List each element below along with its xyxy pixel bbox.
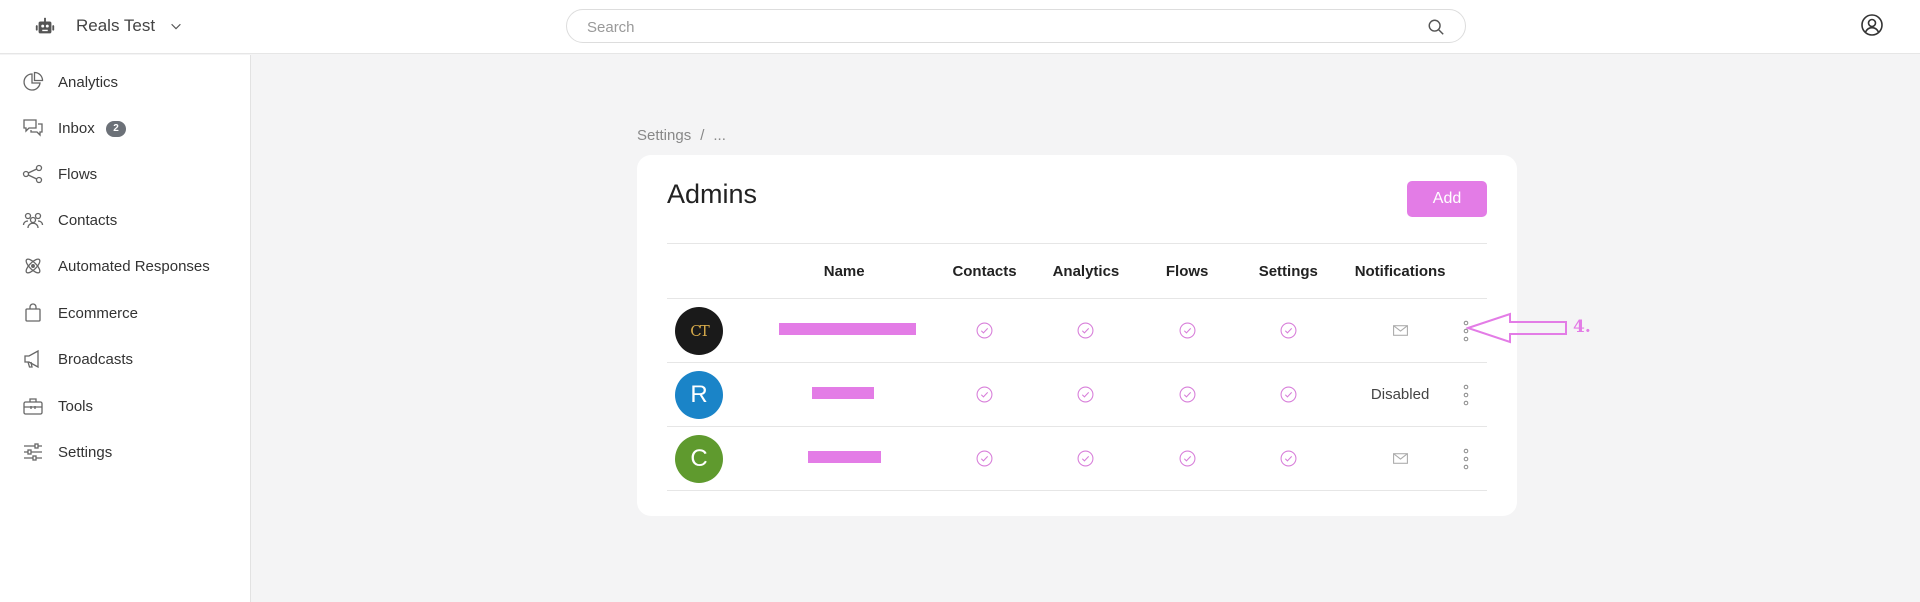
column-header-name: Name [738, 243, 950, 299]
atom-icon [25, 258, 41, 274]
check-circle-icon [1280, 322, 1297, 339]
mail-icon [1392, 325, 1408, 337]
check-circle-icon [1280, 386, 1297, 403]
flow-nodes-icon [22, 164, 43, 184]
annotation-label: 4. [1573, 317, 1591, 337]
check-circle-icon [1077, 386, 1094, 403]
sidebar-item-ecommerce[interactable]: Ecommerce [0, 295, 250, 331]
column-header-analytics: Analytics [1019, 243, 1153, 299]
breadcrumb-current: ... [713, 127, 726, 144]
sidebar-item-label: Ecommerce [58, 305, 139, 322]
check-circle-icon [1077, 450, 1094, 467]
avatar: CT [675, 306, 723, 355]
table-row: C [667, 426, 1487, 491]
column-header-settings: Settings [1221, 243, 1355, 299]
table-header-row: Name Contacts Analytics Flows Settings N… [667, 243, 1487, 299]
column-header-actions [1445, 243, 1487, 299]
sidebar-item-label: Automated Responses [58, 258, 210, 275]
sidebar-item-inbox[interactable]: Inbox 2 [0, 110, 250, 146]
avatar-initial: R [690, 380, 708, 408]
check-circle-icon [976, 386, 993, 403]
sidebar-item-contacts[interactable]: Contacts [0, 202, 250, 238]
search-icon[interactable] [1427, 18, 1445, 36]
admins-table: Name Contacts Analytics Flows Settings N… [667, 243, 1487, 491]
table-row: CT [667, 298, 1487, 363]
breadcrumb-settings-link[interactable]: Settings [637, 127, 691, 144]
sidebar-item-analytics[interactable]: Analytics [0, 64, 250, 100]
check-circle-icon [1179, 450, 1196, 467]
toolbox-icon [23, 398, 43, 415]
redacted-name [778, 323, 916, 335]
top-bar: Reals Test [0, 0, 1920, 54]
avatar-logo: CT [690, 321, 710, 340]
breadcrumb: Settings / ... [637, 127, 726, 144]
sidebar-item-label: Broadcasts [58, 351, 134, 368]
sidebar-item-label: Flows [58, 166, 98, 183]
check-circle-icon [976, 322, 993, 339]
redacted-name [812, 387, 875, 399]
sidebar-item-label: Tools [58, 398, 94, 415]
robot-icon[interactable] [34, 16, 56, 38]
redacted-name [807, 451, 881, 463]
workspace-name: Reals Test [76, 16, 156, 35]
page-title: Admins [667, 179, 758, 209]
column-header-flows: Flows [1152, 243, 1222, 299]
sidebar-item-label: Contacts [58, 212, 118, 229]
more-options-icon[interactable] [1463, 448, 1469, 470]
column-header-avatar [667, 243, 739, 299]
inbox-count-badge: 2 [106, 121, 126, 137]
avatar-initial: C [690, 444, 708, 472]
check-circle-icon [976, 450, 993, 467]
megaphone-icon [24, 349, 39, 369]
notifications-status: Disabled [1354, 362, 1446, 427]
sidebar-item-label: Inbox [58, 120, 95, 137]
search-input[interactable] [587, 16, 1407, 38]
sidebar-item-settings[interactable]: Settings [0, 434, 250, 470]
more-options-icon[interactable] [1463, 384, 1469, 406]
pie-chart-icon [23, 71, 44, 91]
admins-card: Admins Add Name Contacts Analytics Flows… [637, 155, 1517, 516]
check-circle-icon [1179, 386, 1196, 403]
sidebar-item-automated-responses[interactable]: Automated Responses [0, 248, 250, 284]
column-header-contacts: Contacts [949, 243, 1020, 299]
mail-icon [1392, 453, 1408, 465]
avatar: C [675, 434, 723, 483]
sidebar-item-flows[interactable]: Flows [0, 156, 250, 192]
avatar: R [675, 370, 723, 419]
sidebar-item-label: Analytics [58, 74, 119, 91]
chevron-down-icon [171, 23, 181, 30]
sidebar: Analytics Inbox 2 Flows Contacts Automat… [0, 55, 251, 602]
column-header-notifications: Notifications [1354, 243, 1446, 299]
people-icon [22, 212, 44, 229]
shopping-bag-icon [25, 303, 41, 322]
check-circle-icon [1280, 450, 1297, 467]
sidebar-item-label: Settings [58, 444, 113, 461]
user-account-icon[interactable] [1860, 13, 1884, 37]
add-admin-button[interactable]: Add [1407, 181, 1487, 217]
table-row: R Disabled [667, 362, 1487, 427]
chat-bubbles-icon [23, 119, 43, 137]
check-circle-icon [1077, 322, 1094, 339]
check-circle-icon [1179, 322, 1196, 339]
sidebar-item-broadcasts[interactable]: Broadcasts [0, 341, 250, 377]
search-bar [566, 9, 1466, 43]
breadcrumb-separator: / [700, 127, 705, 144]
sliders-icon [24, 443, 42, 461]
sidebar-item-tools[interactable]: Tools [0, 388, 250, 424]
workspace-selector[interactable]: Reals Test [76, 14, 183, 38]
